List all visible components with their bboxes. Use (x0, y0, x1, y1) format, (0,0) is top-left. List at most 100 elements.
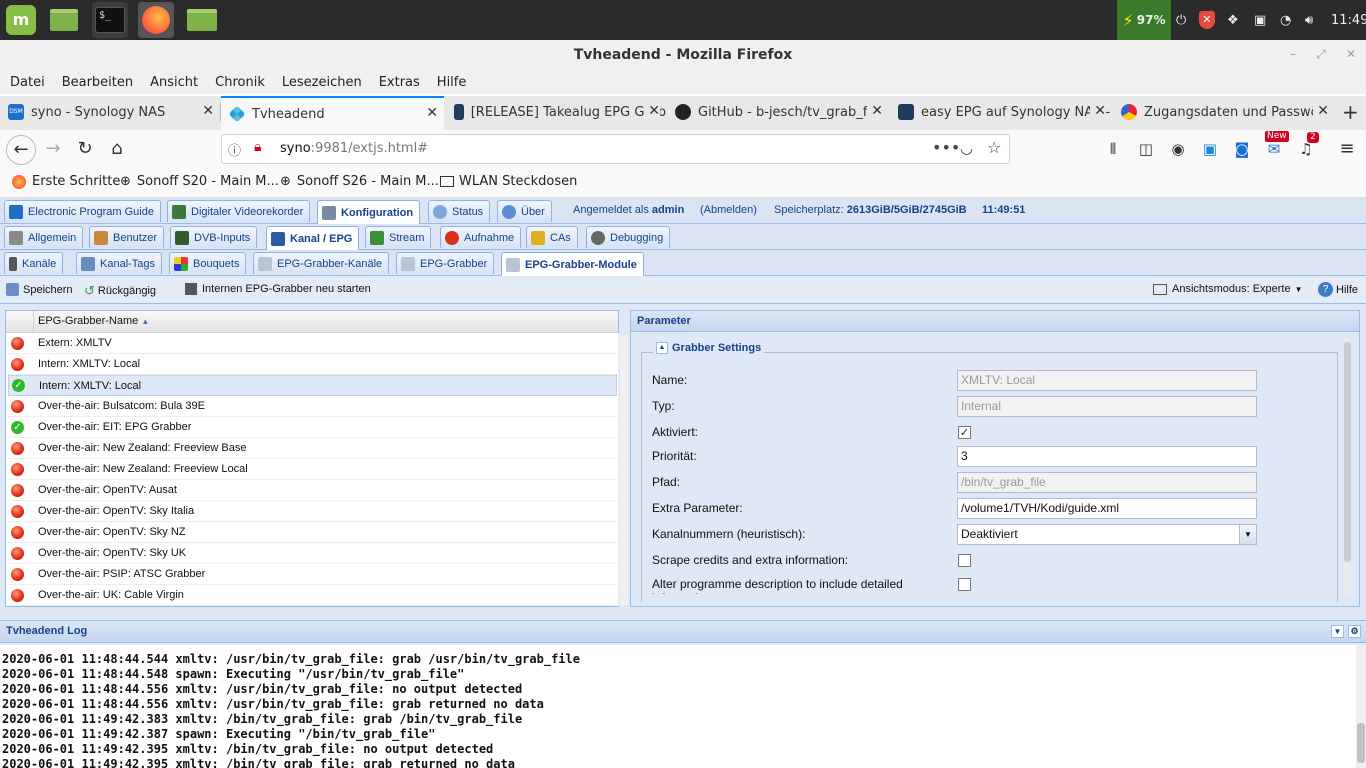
param-scrollbar[interactable] (1344, 338, 1351, 596)
path-field[interactable]: /bin/tv_grab_file (957, 472, 1257, 493)
maximize-icon[interactable]: ⤢ (1306, 40, 1336, 70)
grid-row[interactable]: Over-the-air: UK: Cable Virgin (8, 585, 617, 606)
grid-row[interactable]: Over-the-air: PSIP: ATSC Grabber (8, 564, 617, 585)
page-actions-icon[interactable]: ••• (932, 138, 960, 157)
tab-about[interactable]: Über (497, 200, 552, 222)
tab-dvr[interactable]: Digitaler Videorekorder (167, 200, 311, 222)
channel-numbers-select[interactable]: Deaktiviert ▼ (957, 524, 1257, 545)
tab-epg-grabber-module[interactable]: EPG-Grabber-Module (501, 252, 644, 276)
screenshot-icon[interactable]: ◙ (1229, 137, 1255, 161)
name-field[interactable]: XMLTV: Local (957, 370, 1257, 391)
tab-allgemein[interactable]: Allgemein (4, 226, 84, 248)
collapse-log-icon[interactable]: ▼ (1331, 625, 1344, 638)
menu-datei[interactable]: Datei (10, 75, 45, 90)
grid-row[interactable]: Intern: XMLTV: Local (8, 354, 617, 375)
shield-icon[interactable]: ✕ (1199, 0, 1215, 40)
menu-hilfe[interactable]: Hilfe (437, 75, 467, 90)
volume-icon[interactable]: 🔊︎ (1305, 0, 1313, 40)
scrape-credits-checkbox[interactable] (958, 554, 971, 567)
logout-link[interactable]: (Abmelden) (700, 204, 757, 216)
files-icon[interactable] (184, 2, 220, 38)
menu-bearbeiten[interactable]: Bearbeiten (62, 75, 133, 90)
log-scrollbar[interactable] (1356, 645, 1366, 768)
browser-tab[interactable]: DSM syno - Synology NAS ✕ (0, 96, 221, 128)
clipboard-icon[interactable]: ▣ (1254, 0, 1266, 40)
library-icon[interactable]: ⫴ (1100, 137, 1126, 161)
chevron-down-icon[interactable]: ▼ (1239, 525, 1256, 544)
tab-bouquets[interactable]: Bouquets (169, 252, 247, 274)
reload-icon[interactable]: ↻ (72, 137, 98, 161)
extra-params-field[interactable]: /volume1/TVH/Kodi/guide.xml (957, 498, 1257, 519)
collapse-icon[interactable]: ▲ (656, 342, 668, 354)
help-button[interactable]: ? Hilfe (1318, 282, 1358, 297)
column-header-name[interactable]: EPG-Grabber-Name ▲ (38, 315, 149, 327)
grabber-settings-legend[interactable]: ▲ Grabber Settings (653, 342, 765, 354)
tab-config[interactable]: Konfiguration (317, 200, 421, 224)
mint-menu-icon[interactable]: m (3, 2, 39, 38)
close-window-icon[interactable]: ✕ (1336, 40, 1366, 70)
new-tab-icon[interactable]: + (1336, 96, 1366, 128)
menu-chronik[interactable]: Chronik (215, 75, 265, 90)
back-icon[interactable]: ← (6, 135, 36, 165)
tab-epg[interactable]: Electronic Program Guide (4, 200, 161, 222)
bookmark-star-icon[interactable]: ☆ (987, 138, 1001, 157)
rss-extension-icon[interactable]: ✉ New (1261, 131, 1289, 161)
wifi-icon[interactable]: ◔ (1280, 0, 1291, 40)
close-tab-icon[interactable]: ✕ (1313, 103, 1329, 119)
close-tab-icon[interactable]: ✕ (867, 103, 883, 119)
grid-scrollbar[interactable] (620, 335, 628, 605)
battery-indicator[interactable]: ⚡ 97% (1117, 0, 1171, 40)
grid-row[interactable]: Over-the-air: New Zealand: Freeview Loca… (8, 459, 617, 480)
pocket-icon[interactable]: ◡ (960, 139, 973, 157)
tab-kanaele[interactable]: Kanäle (4, 252, 64, 274)
view-mode-dropdown[interactable]: Ansichtsmodus: Experte ▼ (1153, 283, 1303, 295)
grid-row[interactable]: Over-the-air: Bulsatcom: Bula 39E (8, 396, 617, 417)
grid-row[interactable]: Over-the-air: OpenTV: Sky Italia (8, 501, 617, 522)
hamburger-menu-icon[interactable]: ≡ (1334, 137, 1360, 161)
type-field[interactable]: Internal (957, 396, 1257, 417)
dropbox-icon[interactable]: ❖ (1227, 0, 1239, 40)
grid-row[interactable]: ✓ Intern: XMLTV: Local (8, 375, 617, 396)
bookmark-item[interactable]: ⊕ Sonoff S26 - Main M... (280, 174, 439, 189)
show-desktop-icon[interactable] (46, 2, 82, 38)
undo-button[interactable]: ↺ Rückgängig (84, 283, 156, 299)
grid-row[interactable]: Extern: XMLTV (8, 333, 617, 354)
grid-row[interactable]: Over-the-air: OpenTV: Ausat (8, 480, 617, 501)
sidebar-icon[interactable]: ◫ (1133, 137, 1159, 161)
priority-field[interactable]: 3 (957, 446, 1257, 467)
tab-stream[interactable]: Stream (365, 226, 432, 248)
enabled-checkbox[interactable]: ✓ (958, 426, 971, 439)
save-button[interactable]: Speichern (6, 283, 73, 296)
tab-debugging[interactable]: Debugging (586, 226, 671, 248)
clock[interactable]: 11:49 (1331, 0, 1366, 40)
info-icon[interactable]: ⓘ (228, 140, 241, 159)
grid-row[interactable]: Over-the-air: OpenTV: Sky NZ (8, 522, 617, 543)
tab-epg-grabber[interactable]: EPG-Grabber (396, 252, 495, 274)
grid-row[interactable]: ✓ Over-the-air: EIT: EPG Grabber (8, 417, 617, 438)
bookmark-item[interactable]: Erste Schritte (12, 174, 120, 189)
grid-row[interactable]: Over-the-air: OpenTV: Sky UK (8, 543, 617, 564)
terminal-icon[interactable]: $_ (92, 2, 128, 38)
browser-tab[interactable]: Zugangsdaten und Passwört ✕ (1113, 96, 1335, 128)
tab-aufnahme[interactable]: Aufnahme (440, 226, 522, 248)
close-tab-icon[interactable]: ✕ (426, 105, 438, 121)
forward-icon[interactable]: → (40, 137, 66, 161)
bookmark-item[interactable]: ⊕ Sonoff S20 - Main M... (120, 174, 279, 189)
alter-description-checkbox[interactable] (958, 578, 971, 591)
browser-tab[interactable]: [RELEASE] Takealug EPG Grab ✕ (446, 96, 666, 128)
close-tab-icon[interactable]: ✕ (1090, 103, 1106, 119)
power-icon[interactable]: ⏻ (1176, 0, 1186, 40)
browser-tab[interactable]: easy EPG auf Synology NAS - ✕ (890, 96, 1112, 128)
tab-dvb-inputs[interactable]: DVB-Inputs (170, 226, 258, 248)
browser-tab-active[interactable]: Tvheadend ✕ (221, 96, 444, 130)
browser-tab[interactable]: GitHub - b-jesch/tv_grab_file ✕ (667, 96, 889, 128)
home-icon[interactable]: ⌂ (104, 137, 130, 161)
tab-kanal-epg[interactable]: Kanal / EPG (266, 226, 360, 250)
close-tab-icon[interactable]: ✕ (202, 103, 214, 119)
restart-grabber-button[interactable]: Internen EPG-Grabber neu starten (185, 283, 371, 295)
log-settings-icon[interactable]: ⚙ (1348, 625, 1361, 638)
bookmark-folder[interactable]: WLAN Steckdosen (440, 174, 577, 189)
tab-benutzer[interactable]: Benutzer (89, 226, 165, 248)
menu-ansicht[interactable]: Ansicht (150, 75, 198, 90)
tab-status[interactable]: Status (428, 200, 491, 222)
